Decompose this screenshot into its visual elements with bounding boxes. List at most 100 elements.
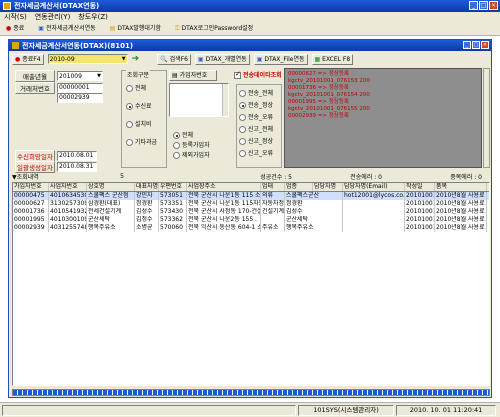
maximize-icon[interactable]: □ xyxy=(479,1,488,10)
subscriber-list[interactable] xyxy=(169,83,229,117)
log-line: 00002939 => 정상등록 xyxy=(288,113,349,119)
dtax-password-button[interactable]: ⚿ DTAX로그인Password설정 xyxy=(173,23,255,34)
folder-icon: ▤ xyxy=(172,72,178,79)
dtax-link-button[interactable]: ▣ DTAX_개별연동 xyxy=(194,53,250,65)
sync-option-report-ok[interactable]: 신고_정상 xyxy=(239,136,279,145)
col-header[interactable]: 업종 xyxy=(285,183,313,191)
dtax-file-button[interactable]: ▣ DTAX_File연동 xyxy=(253,53,308,65)
radio-icon xyxy=(239,138,246,145)
search-f6-button[interactable]: 🔍 검색F6 xyxy=(157,53,191,65)
query-option-install[interactable]: 설치비 xyxy=(126,119,157,128)
exit-icon: ● xyxy=(15,55,21,63)
subscriber-excluded[interactable]: 제외가입자 xyxy=(173,150,210,159)
menu-window[interactable]: 창도우(Z) xyxy=(78,12,108,22)
chevron-down-icon: ▼ xyxy=(121,56,126,62)
receive-date-input[interactable]: 2010.08.01 xyxy=(57,151,97,161)
document-icon: ▣ xyxy=(38,25,44,32)
table-row[interactable]: 00002939 4031255748 행복주유소 소병균 570060 전북 … xyxy=(13,224,489,232)
log-line: kgctv_20101001_076153 200 xyxy=(288,78,370,84)
account-from-input[interactable]: 00000001 xyxy=(57,83,103,93)
grid-header: 가입자번호 사업자번호 상호명 대표자명 우편번호 사업장주소 업태 업종 담당… xyxy=(13,183,489,192)
query-option-fee[interactable]: 수신료 xyxy=(126,101,157,110)
col-header[interactable]: 상호명 xyxy=(87,183,135,191)
app-titlebar[interactable]: 전자세금계산서(DTAX연동) _ □ × xyxy=(0,0,500,12)
log-line: 00001995 => 정상등록 xyxy=(288,99,349,105)
menu-start[interactable]: 시작(S) xyxy=(4,12,27,22)
sync-check[interactable]: 전송데이타조회 xyxy=(234,70,282,79)
sync-option-report-err[interactable]: 신고_오류 xyxy=(239,148,279,157)
sync-option-send-ok[interactable]: 전송_정상 xyxy=(239,100,279,109)
dup-error-count: 중복에러 : 0 xyxy=(450,173,482,181)
child-window: 전자세금계산서연동(DTAX)(8101) _ □ × ● 종료F4 2010-0… xyxy=(8,39,492,398)
table-row[interactable]: 00000627 3130257309 삼경환(대표) 정경환 573351 전… xyxy=(13,200,489,208)
close-f4-button[interactable]: ● 종료F4 xyxy=(12,53,44,65)
minimize-icon[interactable]: _ xyxy=(469,1,478,10)
child-minimize-icon[interactable]: _ xyxy=(463,41,471,49)
menu-sync[interactable]: 연동관리(Y) xyxy=(35,12,71,22)
close-icon[interactable]: × xyxy=(489,1,498,10)
data-grid[interactable]: 가입자번호 사업자번호 상호명 대표자명 우편번호 사업장주소 업태 업종 담당… xyxy=(12,182,490,386)
query-type-group: 조회구분 전체 수신료 설치비 기타과금 xyxy=(121,70,167,168)
go-arrow-icon[interactable]: ➔ xyxy=(132,54,140,64)
app-title: 전자세금계산서(DTAX연동) xyxy=(14,2,100,10)
scroll-icon[interactable] xyxy=(222,84,228,116)
sync-option-send-err[interactable]: 전송_오류 xyxy=(239,112,279,121)
filter-form: 매출년월 201009 ▼ 거래처번호 00000001 00002939 수신… xyxy=(15,70,119,173)
summary-count: 5 xyxy=(120,172,124,180)
table-row[interactable]: 00000475 4010634530 스쿨팩스 군산점 강민자 573051 … xyxy=(13,192,489,200)
excel-f8-button[interactable]: ▦ EXCEL F8 xyxy=(311,53,354,65)
account-to-input[interactable]: 00002939 xyxy=(57,93,103,103)
table-row[interactable]: 00001995 4010300109 군산세탁 김정수 573362 전북 군… xyxy=(13,216,489,224)
subscriber-group: ▤ 가입자번호 전체 등록가입자 제외가입자 xyxy=(169,70,231,168)
col-header[interactable]: 품목 xyxy=(435,183,487,191)
dtax-waiting-button[interactable]: ▤ DTAX발행대기함 xyxy=(108,23,163,34)
child-titlebar[interactable]: 전자세금계산서연동(DTAX)(8101) _ □ × xyxy=(9,40,491,51)
radio-icon xyxy=(126,139,133,146)
child-maximize-icon[interactable]: □ xyxy=(472,41,480,49)
query-option-etc[interactable]: 기타과금 xyxy=(126,137,157,146)
log-panel: 00000627 => 정상등록 kgctv_20101001_076153 2… xyxy=(284,68,482,168)
radio-icon xyxy=(173,142,180,149)
table-row[interactable]: 00001736 4010541932 전세건설기계 김성수 573430 전북… xyxy=(13,208,489,216)
sync-option-report-all[interactable]: 신고_전체 xyxy=(239,124,279,133)
child-toolbar: ● 종료F4 2010-09 ▼ ➔ 🔍 검색F6 ▣ DTAX_개별연동 ▣ DTAX… xyxy=(9,52,491,66)
child-close-icon[interactable]: × xyxy=(481,41,489,49)
col-header[interactable]: 사업장주소 xyxy=(187,183,261,191)
sync-option-send-all[interactable]: 전송_전체 xyxy=(239,88,279,97)
sync-group: 전송데이타조회 전송_전체 전송_정상 전송_오류 신고_전체 신고_정상 신고… xyxy=(234,70,282,168)
chevron-down-icon: ▼ xyxy=(97,73,101,79)
log-line: 00001736 => 정상등록 xyxy=(288,85,349,91)
query-option-all[interactable]: 전체 xyxy=(126,83,157,92)
exit-icon: ● xyxy=(6,25,12,32)
col-header[interactable]: 업태 xyxy=(261,183,285,191)
excel-icon: ▦ xyxy=(314,55,321,63)
subscriber-registered[interactable]: 등록가입자 xyxy=(173,140,210,149)
send-error-count: 전송에러 : 0 xyxy=(350,173,382,181)
col-header[interactable]: 담당자명(Email) xyxy=(343,183,405,191)
search-icon: 🔍 xyxy=(160,55,168,63)
app-toolbar: ● 종료 ▣ 전자세금계산서연동 ▤ DTAX발행대기함 ⚿ DTAX로그인Passwo… xyxy=(0,22,500,36)
document-icon: ▣ xyxy=(197,55,204,63)
log-scrollbar[interactable] xyxy=(483,68,490,168)
col-header[interactable]: 가입자번호 xyxy=(13,183,49,191)
col-header[interactable]: 우편번호 xyxy=(159,183,187,191)
subscriber-all[interactable]: 전체 xyxy=(173,130,210,139)
sales-month-select[interactable]: 201009 ▼ xyxy=(57,71,103,81)
success-count: 성공건수 : 5 xyxy=(260,173,292,181)
log-line: 00000627 => 정상등록 xyxy=(288,71,349,77)
radio-icon xyxy=(239,114,246,121)
col-header[interactable]: 사업자번호 xyxy=(49,183,87,191)
subscriber-button[interactable]: ▤ 가입자번호 xyxy=(169,70,217,81)
top-select[interactable]: 2010-09 ▼ xyxy=(47,54,128,64)
statusbar: 101SYS(시스템관리자) 2010. 10. 01 11:20:41 xyxy=(0,402,500,417)
col-header[interactable]: 대표자명 xyxy=(135,183,159,191)
col-header[interactable]: 담당자명 xyxy=(313,183,343,191)
radio-icon xyxy=(126,121,133,128)
tax-sync-button[interactable]: ▣ 전자세금계산서연동 xyxy=(36,23,97,34)
exit-button[interactable]: ● 종료 xyxy=(4,23,26,34)
status-user: 101SYS(시스템관리자) xyxy=(298,404,394,416)
log-line: kgctv_20101001_076154 200 xyxy=(288,92,370,98)
col-header[interactable]: 작성일 xyxy=(405,183,435,191)
radio-icon xyxy=(126,103,133,110)
radio-icon xyxy=(126,85,133,92)
